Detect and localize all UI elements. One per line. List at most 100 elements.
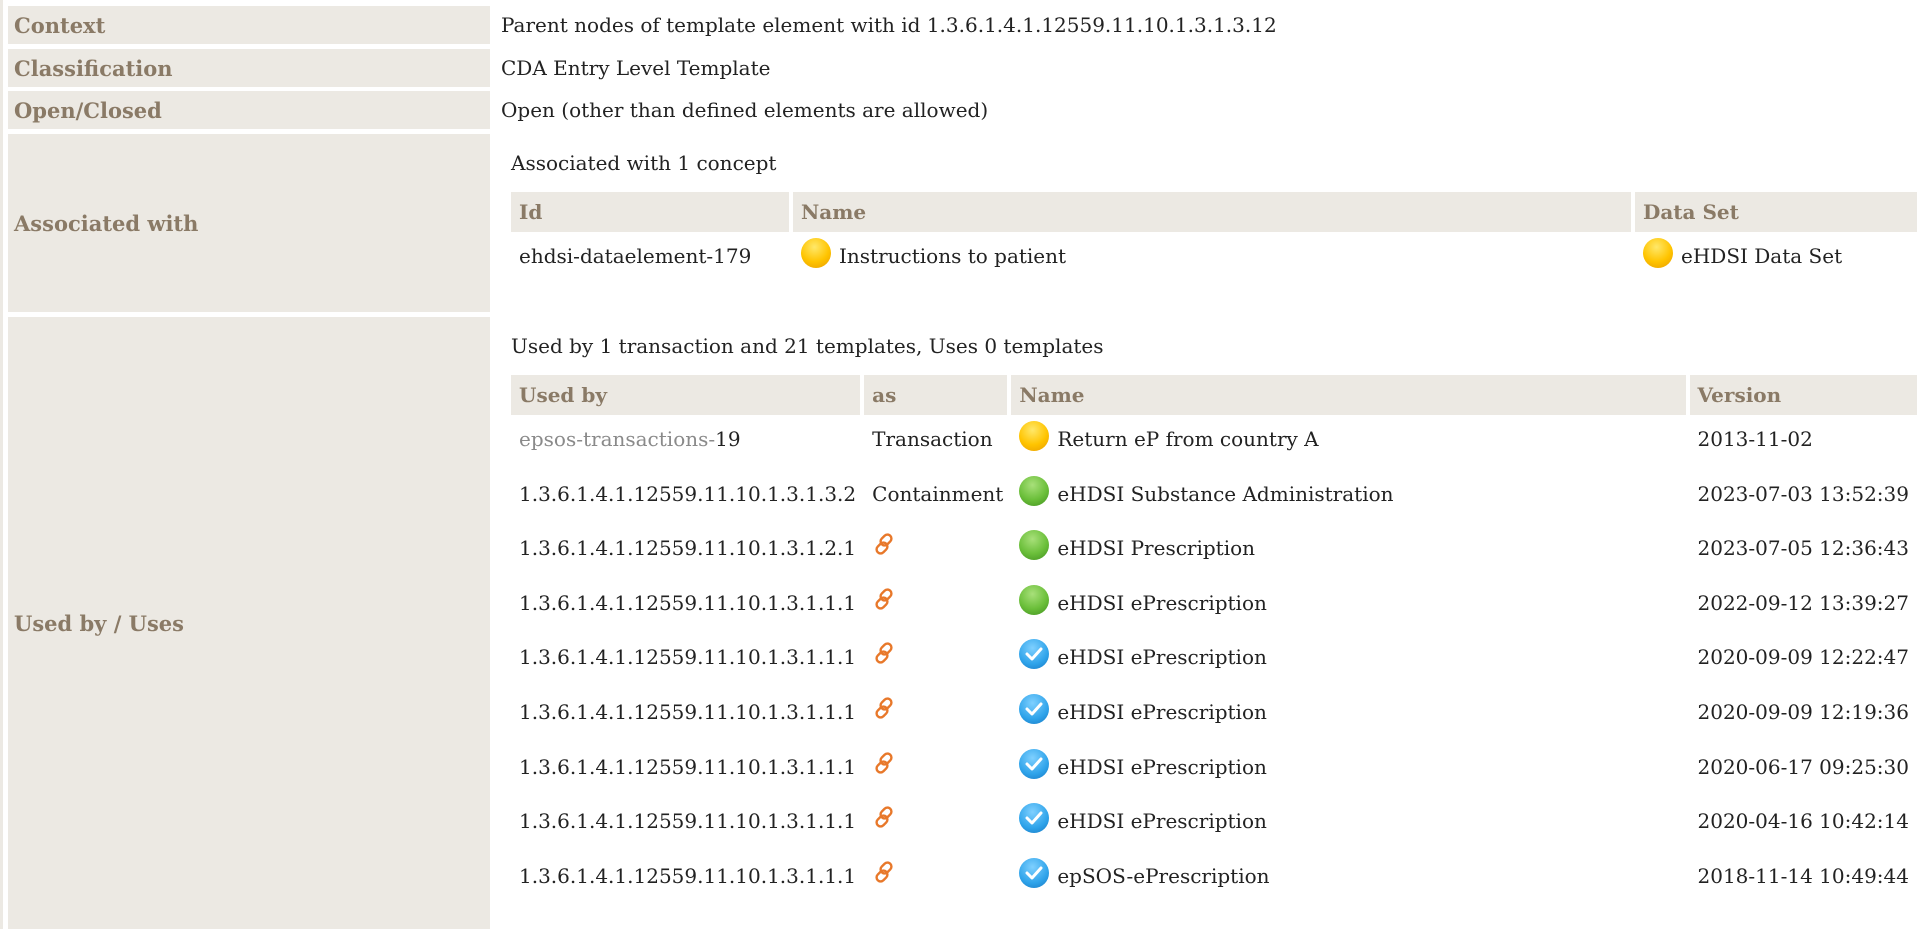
associated-with-summary: Associated with 1 concept xyxy=(511,151,777,175)
as-cell xyxy=(864,852,1011,907)
table-row: 1.3.6.1.4.1.12559.11.10.1.3.1.1.1 eHDSI e… xyxy=(511,688,1917,743)
template-name-cell: eHDSI Prescription xyxy=(1011,524,1689,579)
classification-value: CDA Entry Level Template xyxy=(501,56,771,80)
version-cell: 2018-11-14 10:49:44 xyxy=(1690,852,1918,907)
used-by-id[interactable]: 1.3.6.1.4.1.12559.11.10.1.3.1.1.1 xyxy=(519,755,856,779)
template-name[interactable]: eHDSI ePrescription xyxy=(1057,579,1267,615)
link-icon[interactable] xyxy=(872,860,896,884)
used-by-cell: 1.3.6.1.4.1.12559.11.10.1.3.1.1.1 xyxy=(511,797,864,852)
check-status-icon xyxy=(1019,639,1050,670)
classification-row: Classification CDA Entry Level Template xyxy=(8,49,1921,87)
table-row: ehdsi-dataelement-179 Instructions to pa… xyxy=(511,232,1917,286)
used-by-id[interactable]: 1.3.6.1.4.1.12559.11.10.1.3.1.1.1 xyxy=(519,864,856,888)
table-header-row: Id Name Data Set xyxy=(511,192,1917,232)
link-icon[interactable] xyxy=(872,587,896,611)
left-rule xyxy=(0,0,3,929)
used-by-row: Used by / Uses Used by 1 transaction and… xyxy=(8,317,1921,929)
used-by-id[interactable]: 1.3.6.1.4.1.12559.11.10.1.3.1.1.1 xyxy=(519,591,856,615)
used-by-table: Used by as Name Version epsos-transactio… xyxy=(511,375,1917,906)
template-name[interactable]: epSOS-ePrescription xyxy=(1057,852,1269,888)
used-by-cell: 1.3.6.1.4.1.12559.11.10.1.3.1.1.1 xyxy=(511,688,864,743)
template-name[interactable]: Return eP from country A xyxy=(1057,415,1318,451)
column-header-dataset[interactable]: Data Set xyxy=(1635,192,1917,232)
used-by-cell: 1.3.6.1.4.1.12559.11.10.1.3.1.2.1 xyxy=(511,524,864,579)
column-header-version[interactable]: Version xyxy=(1689,375,1917,415)
used-by-summary: Used by 1 transaction and 21 templates, … xyxy=(511,334,1104,358)
concept-id[interactable]: ehdsi-dataelement-179 xyxy=(519,244,751,268)
version-cell: 2023-07-05 12:36:43 xyxy=(1690,524,1918,579)
yellow-status-icon xyxy=(801,238,831,268)
open-closed-value: Open (other than defined elements are al… xyxy=(501,98,989,122)
version-value: 2020-04-16 10:42:14 xyxy=(1697,809,1910,834)
link-icon[interactable] xyxy=(872,751,896,775)
version-cell: 2022-09-12 13:39:27 xyxy=(1690,579,1918,634)
concept-name[interactable]: Instructions to patient xyxy=(839,232,1066,268)
version-cell: 2013-11-02 xyxy=(1690,415,1918,470)
concept-id-cell: ehdsi-dataelement-179 xyxy=(511,232,793,286)
yellow-status-icon xyxy=(1643,238,1673,268)
as-cell xyxy=(864,743,1011,798)
template-name-cell: eHDSI ePrescription xyxy=(1011,797,1689,852)
open-closed-row: Open/Closed Open (other than defined ele… xyxy=(8,91,1921,129)
template-name-cell: Return eP from country A xyxy=(1011,415,1689,470)
table-row: 1.3.6.1.4.1.12559.11.10.1.3.1.3.2 Contain… xyxy=(511,470,1917,525)
used-by-id[interactable]: 19 xyxy=(715,427,740,451)
version-cell: 2020-06-17 09:25:30 xyxy=(1690,743,1918,798)
used-by-id[interactable]: 1.3.6.1.4.1.12559.11.10.1.3.1.1.1 xyxy=(519,645,856,669)
table-row: 1.3.6.1.4.1.12559.11.10.1.3.1.1.1 eHDSI e… xyxy=(511,743,1917,798)
table-row: 1.3.6.1.4.1.12559.11.10.1.3.1.1.1 eHDSI e… xyxy=(511,797,1917,852)
template-name[interactable]: eHDSI ePrescription xyxy=(1057,797,1267,833)
open-closed-label: Open/Closed xyxy=(8,91,490,129)
as-cell xyxy=(864,688,1011,743)
transaction-prefix-link[interactable]: epsos-transactions- xyxy=(519,427,715,451)
link-icon[interactable] xyxy=(872,805,896,829)
used-by-id[interactable]: 1.3.6.1.4.1.12559.11.10.1.3.1.1.1 xyxy=(519,700,856,724)
column-header-used-by[interactable]: Used by xyxy=(511,375,865,415)
dataset-cell: eHDSI Data Set xyxy=(1635,232,1917,286)
version-value: 2023-07-05 12:36:43 xyxy=(1697,536,1910,561)
as-cell xyxy=(864,633,1011,688)
column-header-id[interactable]: Id xyxy=(511,192,793,232)
check-status-icon xyxy=(1019,803,1050,834)
template-name[interactable]: eHDSI ePrescription xyxy=(1057,633,1267,669)
as-cell xyxy=(864,524,1011,579)
table-row: 1.3.6.1.4.1.12559.11.10.1.3.1.1.1 eHDSI e… xyxy=(511,633,1917,688)
used-by-cell: epsos-transactions-19 xyxy=(511,415,864,470)
used-by-id[interactable]: 1.3.6.1.4.1.12559.11.10.1.3.1.1.1 xyxy=(519,809,856,833)
green-status-icon xyxy=(1019,584,1050,615)
version-cell: 2023-07-03 13:52:39 xyxy=(1690,470,1918,525)
link-icon[interactable] xyxy=(872,641,896,665)
column-header-name[interactable]: Name xyxy=(793,192,1635,232)
template-name[interactable]: eHDSI Prescription xyxy=(1057,524,1255,560)
as-cell: Containment xyxy=(864,470,1011,525)
used-by-label: Used by / Uses xyxy=(8,317,490,929)
column-header-name[interactable]: Name xyxy=(1011,375,1690,415)
context-value: Parent nodes of template element with id… xyxy=(501,13,1277,37)
version-value: 2022-09-12 13:39:27 xyxy=(1697,590,1910,615)
template-name[interactable]: eHDSI ePrescription xyxy=(1057,743,1267,779)
check-status-icon xyxy=(1019,693,1050,724)
column-header-as[interactable]: as xyxy=(864,375,1012,415)
relation-type: Transaction xyxy=(872,427,993,451)
relation-type: Containment xyxy=(872,481,1004,506)
link-icon[interactable] xyxy=(872,696,896,720)
link-icon[interactable] xyxy=(872,532,896,556)
version-value: 2018-11-14 10:49:44 xyxy=(1697,863,1910,888)
dataset-name[interactable]: eHDSI Data Set xyxy=(1681,232,1842,268)
classification-label: Classification xyxy=(8,49,490,87)
template-name-cell: eHDSI ePrescription xyxy=(1011,579,1689,634)
table-row: 1.3.6.1.4.1.12559.11.10.1.3.1.1.1 epSOS-e… xyxy=(511,852,1917,907)
version-value: 2023-07-03 13:52:39 xyxy=(1697,481,1910,506)
check-status-icon xyxy=(1019,857,1050,888)
used-by-id[interactable]: 1.3.6.1.4.1.12559.11.10.1.3.1.3.2 xyxy=(519,482,856,506)
as-cell: Transaction xyxy=(864,415,1011,470)
template-name[interactable]: eHDSI ePrescription xyxy=(1057,688,1267,724)
used-by-id[interactable]: 1.3.6.1.4.1.12559.11.10.1.3.1.2.1 xyxy=(519,536,856,560)
green-status-icon xyxy=(1019,475,1050,506)
version-cell: 2020-09-09 12:22:47 xyxy=(1690,633,1918,688)
context-row: Context Parent nodes of template element… xyxy=(8,6,1921,44)
yellow-status-icon xyxy=(1019,421,1050,451)
template-detail-page: Context Parent nodes of template element… xyxy=(0,0,1921,929)
version-value: 2020-09-09 12:19:36 xyxy=(1697,699,1910,724)
template-name[interactable]: eHDSI Substance Administration xyxy=(1057,470,1393,506)
